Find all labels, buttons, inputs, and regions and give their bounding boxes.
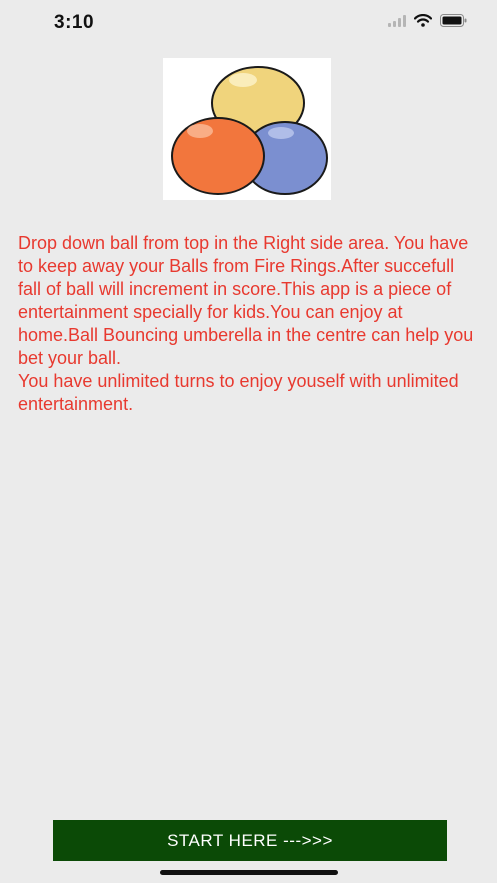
status-bar: 3:10 <box>0 0 497 46</box>
home-indicator[interactable] <box>160 870 338 875</box>
wifi-icon <box>413 14 433 32</box>
status-time: 3:10 <box>54 12 95 33</box>
colored-balls-icon <box>171 66 328 195</box>
game-description: Drop down ball from top in the Right sid… <box>18 233 474 414</box>
app-logo <box>163 58 331 200</box>
status-icons <box>388 14 467 32</box>
battery-icon <box>440 14 467 32</box>
start-button[interactable]: START HERE --->>> <box>53 820 447 861</box>
cellular-signal-icon <box>388 14 406 32</box>
